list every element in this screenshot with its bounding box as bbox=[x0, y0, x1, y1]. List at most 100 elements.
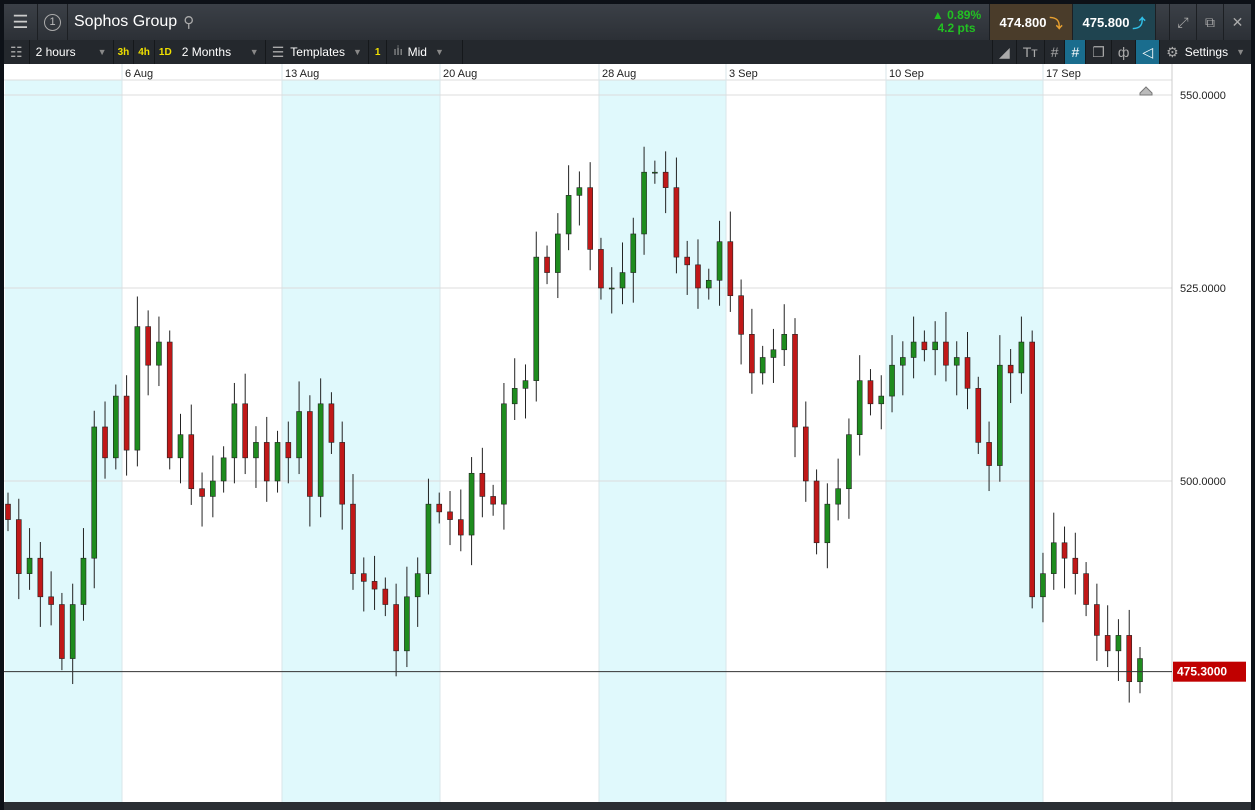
draw-tool-button[interactable]: ◢ bbox=[991, 40, 1017, 64]
candle-body bbox=[296, 411, 302, 459]
candle-body bbox=[943, 341, 949, 366]
text-tool-button[interactable]: Tт bbox=[1017, 40, 1045, 64]
price-chart[interactable]: 6 Aug 13 Aug 20 Aug 28 Aug 3 Sep 10 Sep 17 Sep… bbox=[4, 64, 1251, 802]
grid-button[interactable]: # bbox=[1045, 40, 1066, 64]
candle-body bbox=[544, 256, 550, 273]
candle-body bbox=[684, 256, 691, 266]
chart-canvas[interactable]: 6 Aug 13 Aug 20 Aug 28 Aug 3 Sep 10 Sep 17 Sep… bbox=[4, 64, 1251, 802]
candle-body bbox=[997, 364, 1003, 466]
grid-pen-icon: # bbox=[1071, 44, 1080, 60]
x-tick-label: 6 Aug bbox=[125, 68, 153, 80]
close-icon: ✕ bbox=[1231, 13, 1244, 30]
candle-body bbox=[900, 357, 906, 366]
interval-select[interactable]: 2 hours ▼ bbox=[30, 40, 114, 64]
candle-body bbox=[468, 472, 475, 536]
quick-1d[interactable]: 1D bbox=[155, 40, 176, 64]
maximize-button[interactable]: ⤢ bbox=[1170, 4, 1197, 40]
candle-body bbox=[199, 488, 205, 497]
price-type-select[interactable]: ıİı Mid ▼ bbox=[387, 40, 464, 64]
indicator-count[interactable]: 1 bbox=[369, 40, 388, 64]
y-tick-label: 550.0000 bbox=[1180, 90, 1226, 102]
candle-body bbox=[598, 249, 604, 289]
instrument-search[interactable]: Sophos Group ⚲ bbox=[68, 13, 924, 31]
candle-body bbox=[436, 503, 443, 513]
candle-body bbox=[662, 171, 669, 188]
candle-body bbox=[846, 434, 852, 490]
menu-button[interactable]: ☰ bbox=[4, 4, 38, 40]
sell-button[interactable]: 474.800 ⤵ bbox=[990, 4, 1073, 40]
x-tick-label: 13 Aug bbox=[285, 68, 319, 80]
close-button[interactable]: ✕ bbox=[1224, 4, 1251, 40]
x-tick-label: 28 Aug bbox=[602, 68, 636, 80]
range-select[interactable]: 2 Months ▼ bbox=[176, 40, 266, 64]
candle-body bbox=[210, 480, 216, 497]
candle-body bbox=[1104, 635, 1111, 652]
candle-body bbox=[5, 503, 11, 520]
candle-body bbox=[1007, 364, 1014, 374]
templates-select[interactable]: ☰ Templates ▼ bbox=[266, 40, 369, 64]
title-bar: ☰ 1 Sophos Group ⚲ ▲ 0.89% 4.2 pts 474.800… bbox=[4, 4, 1251, 40]
bottom-scrollbar[interactable] bbox=[4, 802, 1251, 810]
price-label-button[interactable]: ◁ bbox=[1136, 40, 1161, 64]
layers-button[interactable]: ❐ bbox=[1086, 40, 1112, 64]
candle-body bbox=[576, 187, 583, 196]
drag-handle[interactable] bbox=[1156, 4, 1170, 40]
candle-body bbox=[1061, 542, 1068, 559]
candle-icon: ф bbox=[1117, 44, 1130, 60]
candle-body bbox=[781, 334, 788, 351]
x-tick-label: 10 Sep bbox=[889, 68, 924, 80]
window-number[interactable]: 1 bbox=[38, 4, 68, 40]
hamburger-icon: ☰ bbox=[12, 11, 29, 32]
candles-icon: ıİı bbox=[393, 46, 403, 58]
candle-body bbox=[145, 326, 151, 366]
list-button[interactable]: ☷ bbox=[4, 40, 30, 64]
candle-body bbox=[123, 395, 130, 451]
sliders-icon: ☰ bbox=[271, 43, 285, 60]
scroll-up-icon bbox=[1139, 86, 1153, 96]
buy-button[interactable]: 475.800 ⤴ bbox=[1073, 4, 1156, 40]
candle-body bbox=[220, 457, 227, 482]
candle-body bbox=[932, 341, 938, 351]
grid-edit-button[interactable]: # bbox=[1065, 40, 1087, 64]
candle-body bbox=[80, 557, 87, 605]
expand-icon: ⤢ bbox=[1177, 13, 1189, 30]
candle-body bbox=[1072, 557, 1079, 574]
crosshair-button[interactable]: ф bbox=[1112, 40, 1137, 64]
y-tick-label: 500.0000 bbox=[1180, 476, 1226, 488]
popout-button[interactable]: ⧉ bbox=[1197, 4, 1224, 40]
instrument-title: Sophos Group bbox=[74, 13, 178, 30]
x-tick-label: 17 Sep bbox=[1046, 68, 1081, 80]
candle-body bbox=[878, 395, 885, 405]
quick-3h[interactable]: 3h bbox=[114, 40, 135, 64]
candle-body bbox=[608, 287, 615, 290]
candle-body bbox=[533, 256, 540, 381]
candle-body bbox=[166, 341, 173, 459]
layers-icon: ❐ bbox=[1092, 43, 1105, 60]
candle-body bbox=[26, 557, 33, 574]
price-change: ▲ 0.89% 4.2 pts bbox=[924, 4, 990, 40]
candle-body bbox=[619, 272, 626, 289]
gear-icon: ⚙ bbox=[1166, 43, 1179, 60]
candle-body bbox=[910, 341, 917, 358]
candle-body bbox=[134, 326, 141, 451]
quick-4h[interactable]: 4h bbox=[134, 40, 155, 64]
settings-button[interactable]: ⚙ Settings ▼ bbox=[1160, 40, 1251, 64]
candle-body bbox=[856, 380, 863, 435]
candle-body bbox=[695, 264, 701, 289]
candle-body bbox=[641, 171, 647, 235]
candle-body bbox=[350, 503, 356, 574]
candle-body bbox=[749, 334, 755, 374]
candle-body bbox=[501, 403, 507, 505]
candle-body bbox=[1126, 635, 1133, 683]
candle-body bbox=[307, 411, 313, 497]
candle-body bbox=[705, 279, 712, 289]
candle-body bbox=[770, 349, 777, 358]
x-tick-label: 20 Aug bbox=[443, 68, 477, 80]
candle-body bbox=[824, 503, 831, 544]
candle-body bbox=[382, 588, 389, 605]
candle-body bbox=[630, 233, 637, 273]
candle-body bbox=[274, 442, 281, 482]
candle-body bbox=[511, 388, 518, 405]
candle-body bbox=[1040, 573, 1046, 598]
candle-body bbox=[371, 581, 378, 590]
